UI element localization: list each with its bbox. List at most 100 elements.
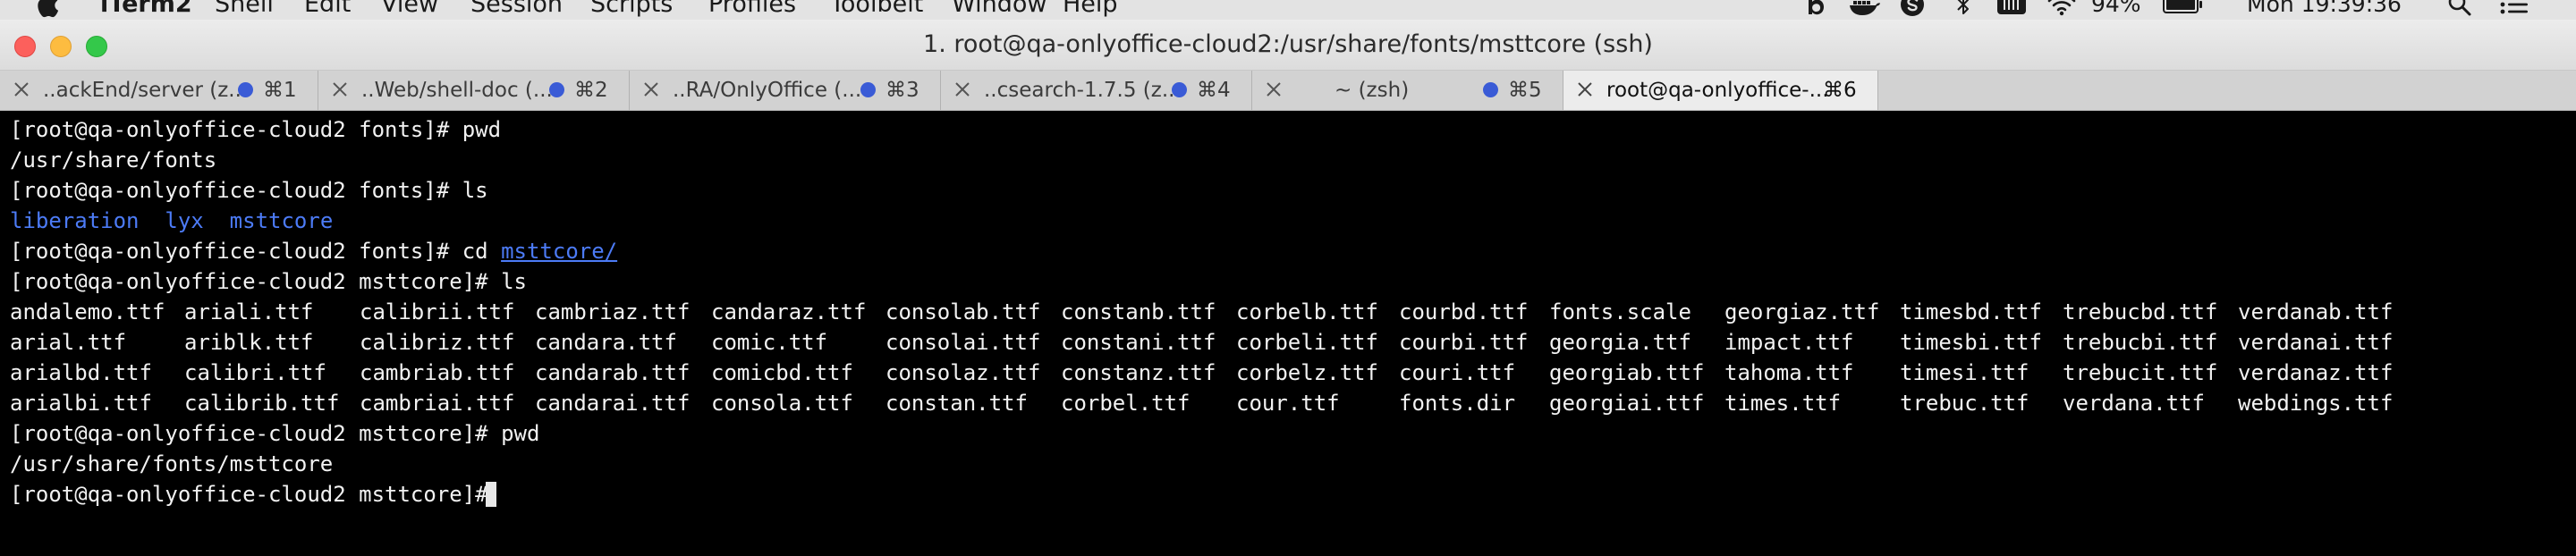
font-file-entry: trebucbi.ttf xyxy=(2063,330,2218,355)
tab-label: ..ackEnd/server (z... xyxy=(43,79,249,102)
font-file-entry: calibri.ttf xyxy=(184,360,326,385)
tab-close-icon[interactable] xyxy=(13,80,30,98)
tab-1[interactable]: ..ackEnd/server (z... ⌘1 xyxy=(0,71,318,110)
font-file-entry: arialbd.ttf xyxy=(10,360,152,385)
font-file-entry: calibrii.ttf xyxy=(360,299,515,324)
docker-whale-icon[interactable] xyxy=(1848,0,1882,17)
wifi-icon[interactable] xyxy=(2046,0,2077,17)
terminal-line-prompt: [root@qa-onlyoffice-cloud2 fonts]# pwd xyxy=(10,117,502,142)
directory-entry: liberation xyxy=(10,208,140,233)
bold-b-icon[interactable] xyxy=(1805,0,1826,17)
terminal-line-prompt: [root@qa-onlyoffice-cloud2 msttcore]# ls xyxy=(10,269,527,294)
terminal-line-prompt: [root@qa-onlyoffice-cloud2 msttcore]# xyxy=(10,482,502,507)
tab-shortcut: ⌘5 xyxy=(1508,79,1542,102)
tab-label: root@qa-onlyoffice-... xyxy=(1606,79,1829,102)
font-file-entry: candaraz.ttf xyxy=(711,299,867,324)
font-file-entry: corbelz.ttf xyxy=(1236,360,1378,385)
menu-view[interactable]: View xyxy=(381,0,438,20)
font-file-entry: times.ttf xyxy=(1724,391,1842,416)
tab-4[interactable]: ..csearch-1.7.5 (z... ⌘4 xyxy=(941,71,1252,110)
font-file-entry: corbel.ttf xyxy=(1061,391,1191,416)
tab-close-icon[interactable] xyxy=(1265,80,1283,98)
font-file-entry: arial.ttf xyxy=(10,330,127,355)
font-file-entry: verdanaz.ttf xyxy=(2238,360,2394,385)
font-file-entry: constanz.ttf xyxy=(1061,360,1216,385)
menu-scripts[interactable]: Scripts xyxy=(590,0,673,20)
font-file-entry: consolai.ttf xyxy=(886,330,1041,355)
tab-close-icon[interactable] xyxy=(331,80,349,98)
directory-link[interactable]: msttcore/ xyxy=(501,239,617,264)
font-file-entry: verdanab.ttf xyxy=(2238,299,2394,324)
tab-close-icon[interactable] xyxy=(953,80,971,98)
menu-toolbelt[interactable]: Toolbelt xyxy=(830,0,923,20)
keyboard-input-icon[interactable] xyxy=(1996,0,2027,17)
font-file-entry: corbeli.ttf xyxy=(1236,330,1378,355)
menu-edit[interactable]: Edit xyxy=(304,0,351,20)
tab-5[interactable]: ~ (zsh) ⌘5 xyxy=(1252,71,1563,110)
notification-center-icon[interactable] xyxy=(2499,0,2529,17)
terminal-line-prompt: [root@qa-onlyoffice-cloud2 fonts]# ls xyxy=(10,178,488,203)
tab-activity-dot-icon xyxy=(549,82,564,97)
font-file-entry: timesbd.ttf xyxy=(1900,299,2042,324)
font-file-entry: arialbi.ttf xyxy=(10,391,152,416)
menu-shell[interactable]: Shell xyxy=(215,0,274,20)
tab-close-icon[interactable] xyxy=(1576,80,1594,98)
tab-6-active[interactable]: root@qa-onlyoffice-... ⌘6 xyxy=(1563,71,1878,110)
tab-shortcut: ⌘2 xyxy=(574,79,608,102)
menu-session[interactable]: Session xyxy=(470,0,563,20)
window-titlebar[interactable]: 1. root@qa-onlyoffice-cloud2:/usr/share/… xyxy=(0,20,2576,71)
tab-label: ~ (zsh) xyxy=(1335,79,1410,102)
menu-profiles[interactable]: Profiles xyxy=(708,0,796,20)
font-file-entry: calibriz.ttf xyxy=(360,330,515,355)
tab-close-icon[interactable] xyxy=(642,80,660,98)
font-file-entry: verdanai.ttf xyxy=(2238,330,2394,355)
font-file-entry: comicbd.ttf xyxy=(711,360,853,385)
menubar-clock[interactable]: Mon 19:39:36 xyxy=(2247,0,2402,20)
font-file-entry: georgiab.ttf xyxy=(1549,360,1705,385)
battery-percent: 94% xyxy=(2091,0,2141,17)
tab-bar: ..ackEnd/server (z... ⌘1 ..Web/shell-doc… xyxy=(0,71,2576,111)
tab-shortcut: ⌘6 xyxy=(1823,79,1857,102)
menu-window[interactable]: Window xyxy=(952,0,1046,20)
terminal-line-prompt: [root@qa-onlyoffice-cloud2 fonts]# cd ms… xyxy=(10,236,617,266)
menu-help[interactable]: Help xyxy=(1063,0,1118,20)
terminal-output-area[interactable]: [root@qa-onlyoffice-cloud2 fonts]# pwd /… xyxy=(0,111,2576,556)
font-file-entry: constani.ttf xyxy=(1061,330,1216,355)
tab-activity-dot-icon xyxy=(860,82,876,97)
tab-3[interactable]: ..RA/OnlyOffice (... ⌘3 xyxy=(630,71,941,110)
bluetooth-icon[interactable] xyxy=(1955,0,1971,17)
font-file-entry: couri.ttf xyxy=(1399,360,1516,385)
font-file-entry: candara.ttf xyxy=(535,330,677,355)
font-file-entry: constanb.ttf xyxy=(1061,299,1216,324)
font-file-entry: calibrib.ttf xyxy=(184,391,340,416)
font-file-entry: cambriab.ttf xyxy=(360,360,515,385)
font-file-entry: courbi.ttf xyxy=(1399,330,1529,355)
font-file-entry: fonts.scale xyxy=(1549,299,1691,324)
menu-app-name[interactable]: iTerm2 xyxy=(100,0,192,20)
font-file-entry: constan.ttf xyxy=(886,391,1028,416)
apple-logo-icon[interactable] xyxy=(34,0,61,20)
font-file-entry: trebucbd.ttf xyxy=(2063,299,2218,324)
window-title: 1. root@qa-onlyoffice-cloud2:/usr/share/… xyxy=(923,30,1653,58)
font-file-entry: ariblk.ttf xyxy=(184,330,314,355)
terminal-line-prompt: [root@qa-onlyoffice-cloud2 msttcore]# pw… xyxy=(10,421,540,446)
macos-menubar: iTerm2 Shell Edit View Session Scripts P… xyxy=(0,0,2576,20)
font-file-entry: tahoma.ttf xyxy=(1724,360,1854,385)
font-file-entry: cour.ttf xyxy=(1236,391,1340,416)
tab-shortcut: ⌘3 xyxy=(886,79,919,102)
font-file-entry: trebuc.ttf xyxy=(1900,391,2029,416)
font-file-entry: candarai.ttf xyxy=(535,391,691,416)
tab-2[interactable]: ..Web/shell-doc (... ⌘2 xyxy=(318,71,630,110)
tab-shortcut: ⌘4 xyxy=(1197,79,1231,102)
font-file-entry: impact.ttf xyxy=(1724,330,1854,355)
spotlight-search-icon[interactable] xyxy=(2447,0,2472,17)
font-file-entry: webdings.ttf xyxy=(2238,391,2394,416)
tab-label: ..csearch-1.7.5 (z... xyxy=(984,79,1182,102)
battery-icon[interactable] xyxy=(2163,0,2204,17)
font-file-entry: georgiaz.ttf xyxy=(1724,299,1880,324)
terminal-line-output: /usr/share/fonts/msttcore xyxy=(10,451,334,476)
font-file-entry: trebucit.ttf xyxy=(2063,360,2218,385)
terminal-line-output: /usr/share/fonts xyxy=(10,147,217,173)
sync-s-icon[interactable] xyxy=(1900,0,1925,17)
directory-entry: lyx xyxy=(165,208,204,233)
